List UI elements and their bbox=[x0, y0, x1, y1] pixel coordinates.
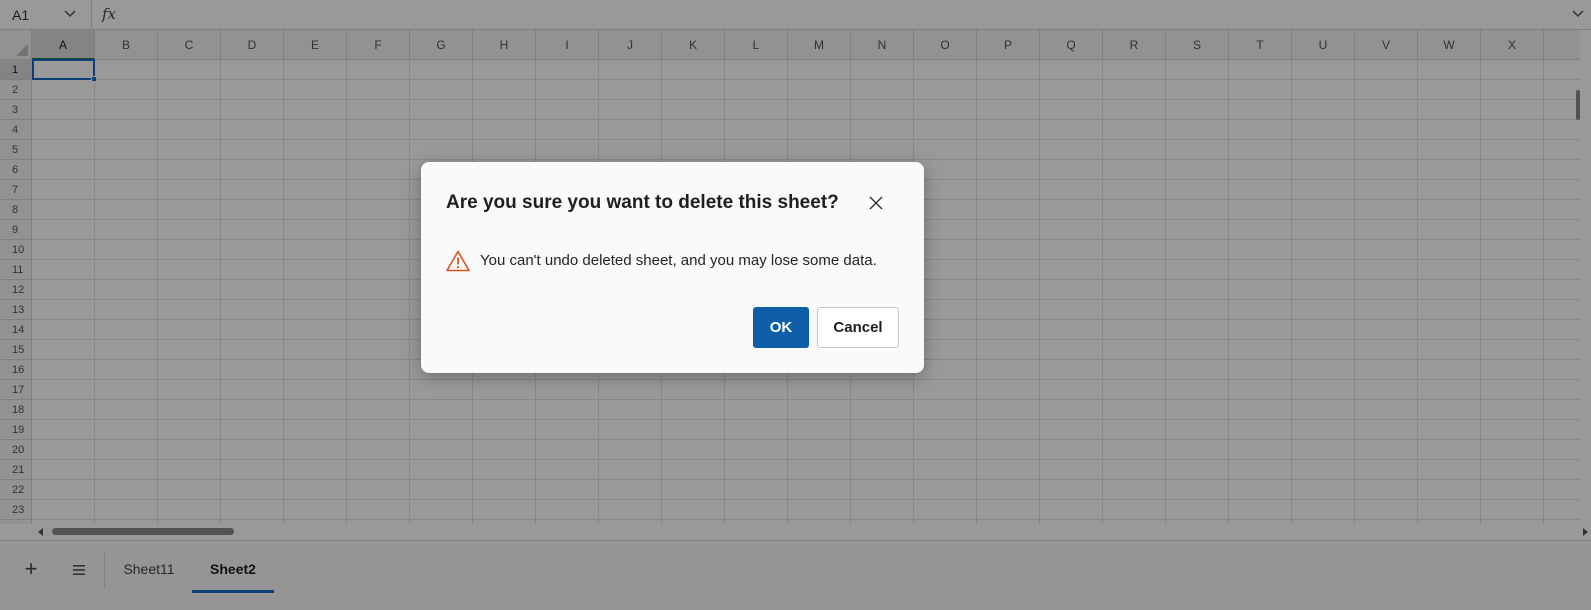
warning-icon bbox=[446, 250, 470, 272]
ok-button[interactable]: OK bbox=[753, 307, 809, 348]
dialog-title: Are you sure you want to delete this she… bbox=[446, 192, 839, 213]
close-icon[interactable] bbox=[867, 194, 885, 212]
dialog-message: You can't undo deleted sheet, and you ma… bbox=[480, 252, 877, 269]
delete-sheet-dialog: Are you sure you want to delete this she… bbox=[421, 162, 924, 373]
cancel-button[interactable]: Cancel bbox=[817, 307, 899, 348]
